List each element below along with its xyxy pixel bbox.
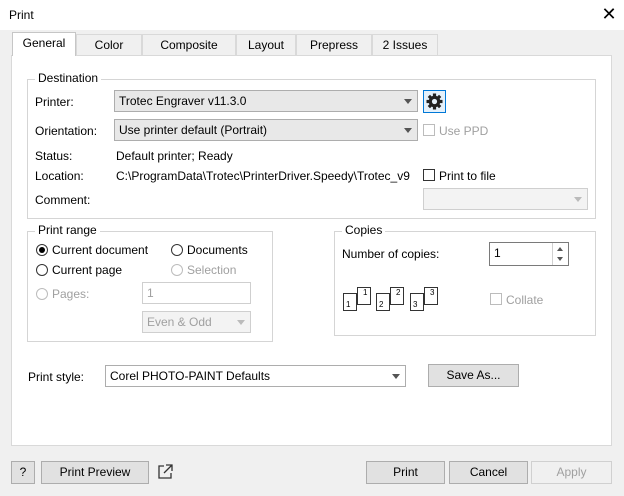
print-style-select[interactable]: Corel PHOTO-PAINT Defaults — [105, 365, 406, 387]
page-icon: 2 — [390, 287, 404, 305]
spin-buttons[interactable] — [552, 243, 568, 265]
current-page-radio[interactable] — [36, 264, 48, 276]
copies-stepper[interactable]: 1 — [489, 242, 569, 266]
tab-prepress[interactable]: Prepress — [296, 34, 372, 55]
comment-label: Comment: — [35, 193, 91, 207]
pages-radio[interactable] — [36, 288, 48, 300]
page-icon: 3 — [424, 287, 438, 305]
print-style-label: Print style: — [28, 370, 85, 384]
documents-radio[interactable] — [171, 244, 183, 256]
tab-color[interactable]: Color — [76, 34, 142, 55]
orientation-select[interactable]: Use printer default (Portrait) — [114, 119, 418, 141]
spin-down-icon[interactable] — [557, 257, 563, 261]
current-page-label: Current page — [52, 263, 123, 277]
apply-button[interactable]: Apply — [531, 461, 612, 484]
comment-select[interactable] — [423, 188, 588, 210]
page-icon: 2 — [376, 293, 390, 311]
print-button[interactable]: Print — [366, 461, 445, 484]
chevron-down-icon — [237, 320, 245, 325]
popout-icon[interactable] — [156, 463, 174, 481]
printer-properties-button[interactable] — [423, 90, 446, 113]
location-value: C:\ProgramData\Trotec\PrinterDriver.Spee… — [116, 169, 410, 183]
close-icon[interactable]: ✕ — [596, 2, 622, 26]
copies-title: Copies — [342, 223, 386, 237]
pages-input[interactable]: 1 — [142, 282, 251, 304]
page-icon: 1 — [343, 293, 357, 311]
printer-label: Printer: — [35, 95, 74, 109]
print-preview-button[interactable]: Print Preview — [41, 461, 149, 484]
print-to-file-checkbox[interactable] — [423, 169, 435, 181]
even-odd-select[interactable]: Even & Odd — [142, 311, 251, 333]
tab-issues[interactable]: 2 Issues — [372, 34, 438, 55]
copies-value: 1 — [494, 246, 501, 260]
use-ppd-checkbox[interactable] — [423, 124, 435, 136]
orientation-label: Orientation: — [35, 124, 98, 138]
page-icon: 3 — [410, 293, 424, 311]
status-value: Default printer; Ready — [116, 149, 233, 163]
window-title: Print — [9, 8, 34, 22]
collate-label: Collate — [506, 293, 544, 307]
use-ppd-label: Use PPD — [439, 124, 489, 138]
print-to-file-label: Print to file — [439, 169, 496, 183]
chevron-down-icon — [404, 128, 412, 133]
status-label: Status: — [35, 149, 73, 163]
printer-value: Trotec Engraver v11.3.0 — [119, 94, 247, 108]
selection-label: Selection — [187, 263, 237, 277]
spin-up-icon[interactable] — [557, 247, 563, 251]
chevron-down-icon — [574, 197, 582, 202]
printer-select[interactable]: Trotec Engraver v11.3.0 — [114, 90, 418, 112]
tab-general[interactable]: General — [12, 32, 76, 56]
destination-title: Destination — [35, 71, 102, 85]
pages-label: Pages: — [52, 287, 90, 301]
documents-label: Documents — [187, 243, 248, 257]
title-bar: Print ✕ — [0, 0, 624, 30]
print-style-value: Corel PHOTO-PAINT Defaults — [110, 369, 271, 383]
even-odd-value: Even & Odd — [147, 315, 212, 329]
number-of-copies-label: Number of copies: — [342, 247, 440, 261]
print-range-title: Print range — [35, 223, 100, 237]
help-button[interactable]: ? — [11, 461, 35, 484]
tab-layout[interactable]: Layout — [236, 34, 296, 55]
page-icon: 1 — [357, 287, 371, 305]
save-as-button[interactable]: Save As... — [428, 364, 519, 387]
collate-checkbox[interactable] — [490, 293, 502, 305]
cancel-button[interactable]: Cancel — [449, 461, 528, 484]
chevron-down-icon — [392, 374, 400, 379]
orientation-value: Use printer default (Portrait) — [119, 123, 268, 137]
current-document-label: Current document — [52, 243, 149, 257]
collate-preview-icon: 1 1 2 2 3 3 — [340, 285, 445, 315]
chevron-down-icon — [404, 99, 412, 104]
selection-radio[interactable] — [171, 264, 183, 276]
location-label: Location: — [35, 169, 84, 183]
current-document-radio[interactable] — [36, 244, 48, 256]
gear-icon — [426, 93, 443, 110]
tab-composite[interactable]: Composite — [142, 34, 236, 55]
